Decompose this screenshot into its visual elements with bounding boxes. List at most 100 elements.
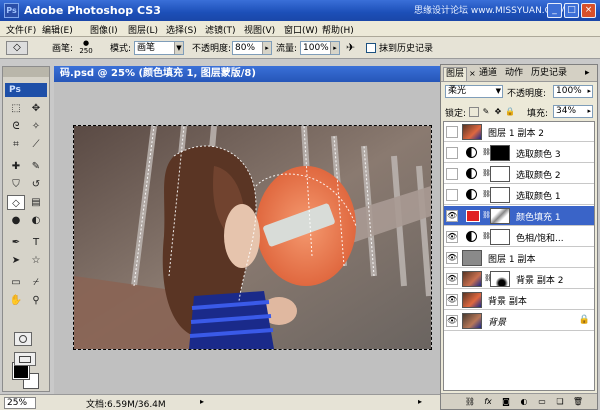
crop-tool-icon[interactable]: ⌗ bbox=[7, 137, 25, 152]
link-icon: ⛓ bbox=[484, 274, 493, 282]
tab-actions[interactable]: 动作 bbox=[503, 67, 525, 81]
magic-wand-tool-icon[interactable]: ✧ bbox=[27, 119, 45, 134]
layer-thumbnail bbox=[462, 250, 482, 266]
move-tool-icon[interactable]: ✥ bbox=[27, 101, 45, 116]
link-icon: ⛓ bbox=[482, 232, 491, 240]
tab-history[interactable]: 历史记录 bbox=[529, 67, 569, 81]
new-layer-icon[interactable]: ❏ bbox=[553, 396, 567, 408]
layer-row-selected[interactable]: 👁 ⛓ 颜色填充 1 bbox=[444, 206, 594, 226]
image-canvas[interactable] bbox=[73, 125, 432, 350]
eraser-tool-preset-icon[interactable]: ◇ bbox=[6, 41, 28, 55]
menu-image[interactable]: 图像(I) bbox=[90, 23, 118, 36]
new-adjustment-layer-icon[interactable]: ◐ bbox=[517, 396, 531, 408]
blur-tool-icon[interactable]: ● bbox=[7, 213, 25, 228]
panel-menu-icon[interactable]: ▸ bbox=[583, 67, 592, 81]
scroll-right-icon[interactable]: ▸ bbox=[418, 397, 428, 407]
menu-window[interactable]: 窗口(W) bbox=[284, 23, 318, 36]
visibility-toggle[interactable]: 👁 bbox=[446, 231, 458, 243]
visibility-toggle[interactable]: 👁 bbox=[446, 294, 458, 306]
layer-mask-thumbnail[interactable] bbox=[490, 187, 510, 203]
visibility-toggle[interactable] bbox=[446, 189, 458, 201]
eraser-tool-icon[interactable]: ◇ bbox=[7, 195, 25, 210]
visibility-toggle[interactable] bbox=[446, 126, 458, 138]
blend-row: 柔光 ▼ 不透明度: 100% ▸ bbox=[441, 83, 597, 101]
fill-input[interactable]: 34% ▸ bbox=[553, 105, 593, 118]
history-brush-tool-icon[interactable]: ↺ bbox=[27, 177, 45, 192]
zoom-tool-icon[interactable]: ⚲ bbox=[27, 293, 45, 308]
layer-opacity-input[interactable]: 100% ▸ bbox=[553, 85, 593, 98]
opacity-input[interactable]: 80% ▸ bbox=[232, 41, 272, 55]
toolbox-grip[interactable] bbox=[3, 67, 49, 77]
fx-icon[interactable]: fx bbox=[481, 396, 495, 408]
hand-tool-icon[interactable]: ✋ bbox=[7, 293, 25, 308]
layer-mask-thumbnail[interactable] bbox=[490, 229, 510, 245]
menu-help[interactable]: 帮助(H) bbox=[322, 23, 354, 36]
gradient-tool-icon[interactable]: ▤ bbox=[27, 195, 45, 210]
blend-mode-select[interactable]: 柔光 ▼ bbox=[445, 85, 503, 98]
type-tool-icon[interactable]: T bbox=[27, 235, 45, 250]
marquee-tool-icon[interactable]: ⬚ bbox=[7, 101, 25, 116]
screen-mode-icon[interactable] bbox=[14, 352, 36, 366]
visibility-toggle[interactable]: 👁 bbox=[446, 315, 458, 327]
layer-mask-thumbnail[interactable] bbox=[490, 271, 510, 287]
lock-transparency-icon[interactable] bbox=[469, 107, 479, 117]
erase-to-history-checkbox[interactable] bbox=[366, 43, 376, 53]
eyedropper-tool-icon[interactable]: ⌿ bbox=[27, 275, 45, 290]
menu-select[interactable]: 选择(S) bbox=[166, 23, 197, 36]
visibility-toggle[interactable] bbox=[446, 168, 458, 180]
add-mask-icon[interactable]: ◙ bbox=[499, 396, 513, 408]
visibility-toggle[interactable]: 👁 bbox=[446, 252, 458, 264]
document-tab[interactable]: 码.psd @ 25% (颜色填充 1, 图层蒙版/8) bbox=[54, 66, 440, 82]
layer-row[interactable]: 👁 ⛓ 色相/饱和... bbox=[444, 227, 594, 247]
path-selection-tool-icon[interactable]: ➤ bbox=[7, 253, 25, 268]
quick-mask-icon[interactable] bbox=[14, 332, 32, 346]
layer-row[interactable]: ⛓ 选取颜色 2 bbox=[444, 164, 594, 184]
layer-mask-thumbnail[interactable] bbox=[490, 166, 510, 182]
menu-layer[interactable]: 图层(L) bbox=[128, 23, 158, 36]
healing-brush-tool-icon[interactable]: ✚ bbox=[7, 159, 25, 174]
layer-mask-thumbnail[interactable] bbox=[490, 145, 510, 161]
maximize-button[interactable]: □ bbox=[564, 3, 579, 18]
pen-tool-icon[interactable]: ✒ bbox=[7, 235, 25, 250]
slice-tool-icon[interactable]: ⟋ bbox=[27, 137, 45, 152]
trash-icon[interactable]: 🗑 bbox=[571, 396, 585, 408]
minimize-button[interactable]: _ bbox=[547, 3, 562, 18]
chevron-right-icon: ▸ bbox=[587, 87, 591, 95]
lasso-tool-icon[interactable]: ᘓ bbox=[7, 119, 25, 134]
menu-filter[interactable]: 滤镜(T) bbox=[205, 23, 236, 36]
menu-file[interactable]: 文件(F) bbox=[6, 23, 36, 36]
layer-row[interactable]: ⛓ 选取颜色 3 bbox=[444, 143, 594, 163]
visibility-toggle[interactable]: 👁 bbox=[446, 210, 458, 222]
airbrush-icon[interactable]: ✈ bbox=[346, 41, 360, 55]
layer-name: 选取颜色 3 bbox=[516, 150, 561, 160]
link-layers-icon[interactable]: ⛓ bbox=[463, 396, 477, 408]
tab-channels[interactable]: 通道 bbox=[477, 67, 499, 81]
clone-stamp-tool-icon[interactable]: ⛉ bbox=[7, 177, 25, 192]
layer-row[interactable]: 👁 图层 1 副本 bbox=[444, 248, 594, 268]
brush-picker[interactable]: ● 250 bbox=[76, 39, 96, 57]
tab-layers[interactable]: 图层 bbox=[443, 67, 468, 81]
visibility-toggle[interactable] bbox=[446, 147, 458, 159]
dodge-tool-icon[interactable]: ◐ bbox=[27, 213, 45, 228]
status-arrow-icon[interactable]: ▸ bbox=[200, 397, 210, 407]
menu-view[interactable]: 视图(V) bbox=[244, 23, 275, 36]
layer-row[interactable]: 👁 ⛓ 背景 副本 2 bbox=[444, 269, 594, 289]
zoom-input[interactable]: 25% bbox=[4, 397, 36, 409]
lock-paint-icon[interactable]: ✎ bbox=[481, 107, 491, 117]
brush-tool-icon[interactable]: ✎ bbox=[27, 159, 45, 174]
notes-tool-icon[interactable]: ▭ bbox=[7, 275, 25, 290]
mode-select[interactable]: 画笔 ▼ bbox=[134, 41, 184, 55]
layer-row[interactable]: ⛓ 选取颜色 1 bbox=[444, 185, 594, 205]
close-button[interactable]: × bbox=[581, 3, 596, 18]
flow-input[interactable]: 100% ▸ bbox=[300, 41, 340, 55]
layer-row[interactable]: 👁 背景 🔒 bbox=[444, 311, 594, 331]
layer-row[interactable]: 👁 背景 副本 bbox=[444, 290, 594, 310]
menu-edit[interactable]: 编辑(E) bbox=[42, 23, 73, 36]
new-group-icon[interactable]: ▭ bbox=[535, 396, 549, 408]
shape-tool-icon[interactable]: ☆ bbox=[27, 253, 45, 268]
lock-all-icon[interactable]: 🔒 bbox=[505, 107, 515, 117]
layer-row[interactable]: 图层 1 副本 2 bbox=[444, 122, 594, 142]
lock-position-icon[interactable]: ✥ bbox=[493, 107, 503, 117]
layer-mask-thumbnail[interactable] bbox=[490, 208, 510, 224]
visibility-toggle[interactable]: 👁 bbox=[446, 273, 458, 285]
